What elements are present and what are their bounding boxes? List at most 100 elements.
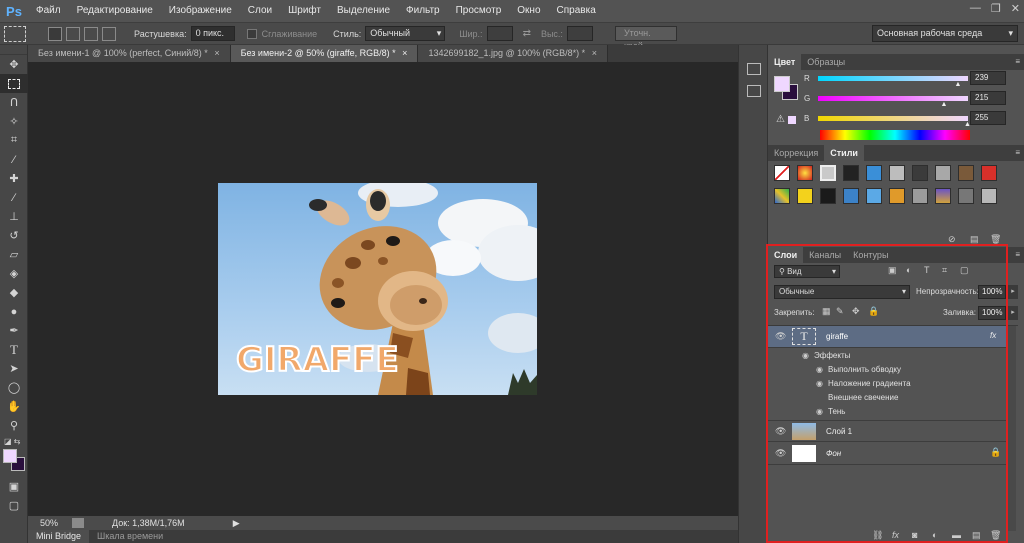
style-swatch[interactable] (843, 165, 859, 181)
lock-all-icon[interactable]: 🔒 (868, 306, 879, 317)
blur-tool-icon[interactable]: ◆ (0, 283, 28, 302)
tab-paths[interactable]: Контуры (847, 247, 894, 263)
style-swatch[interactable] (774, 165, 790, 181)
default-colors-icon[interactable]: ◪ ⇆ (0, 435, 28, 447)
tab-color[interactable]: Цвет (768, 54, 802, 70)
eye-icon[interactable]: ◉ (816, 379, 823, 388)
blend-mode-select[interactable]: Обычные ▾ (774, 285, 910, 299)
healing-brush-tool-icon[interactable]: ✚ (0, 169, 28, 188)
menu-select[interactable]: Выделение (329, 0, 398, 22)
tab-mini-bridge[interactable]: Mini Bridge (28, 530, 90, 543)
eye-icon[interactable]: ◉ (816, 407, 823, 416)
channel-slider-b[interactable] (818, 116, 968, 121)
restore-button[interactable]: ❐ (991, 2, 1001, 15)
eye-icon[interactable]: 👁 (775, 426, 786, 437)
workspace-select[interactable]: Основная рабочая среда ▾ (872, 25, 1018, 42)
tab-timeline[interactable]: Шкала времени (89, 530, 171, 543)
style-swatch[interactable] (981, 165, 997, 181)
style-swatch[interactable] (889, 165, 905, 181)
panel-menu-icon[interactable]: ≡ (1015, 148, 1020, 157)
menu-layers[interactable]: Слои (240, 0, 280, 22)
height-input[interactable] (566, 26, 593, 41)
style-swatch[interactable] (797, 188, 813, 204)
doc-tab-1[interactable]: Без имени-1 @ 100% (perfect, Синий/8) * … (28, 45, 231, 62)
intersect-selection-icon[interactable] (102, 26, 116, 41)
eye-icon[interactable]: ◉ (816, 365, 823, 374)
channel-value-r[interactable]: 239 (970, 71, 1006, 85)
menu-view[interactable]: Просмотр (448, 0, 510, 22)
style-swatch[interactable] (889, 188, 905, 204)
lasso-tool-icon[interactable]: ᑎ (0, 93, 28, 112)
channel-value-b[interactable]: 255 (970, 111, 1006, 125)
close-button[interactable]: ✕ (1011, 2, 1020, 15)
channel-value-g[interactable]: 215 (970, 91, 1006, 105)
tab-adjustments[interactable]: Коррекция (768, 145, 824, 161)
status-menu-arrow-icon[interactable]: ▶ (233, 518, 240, 529)
style-swatch[interactable] (935, 188, 951, 204)
type-tool-icon[interactable]: T (0, 340, 28, 359)
width-input[interactable] (486, 26, 513, 41)
zoom-tool-icon[interactable]: ⚲ (0, 416, 28, 435)
effects-row[interactable]: ◉ Эффекты (770, 350, 1008, 363)
fill-input[interactable]: 100% (978, 306, 1006, 320)
swap-dimensions-icon[interactable]: ⇄ (523, 28, 531, 39)
move-tool-icon[interactable]: ✥ (0, 55, 28, 74)
close-tab-icon[interactable]: × (592, 48, 597, 58)
delete-layer-icon[interactable]: 🗑 (990, 530, 1001, 541)
style-swatch[interactable] (912, 188, 928, 204)
style-swatch[interactable] (820, 188, 836, 204)
doc-tab-2[interactable]: Без имени-2 @ 50% (giraffe, RGB/8) * × (230, 45, 419, 62)
add-to-selection-icon[interactable] (66, 26, 80, 41)
tab-channels[interactable]: Каналы (803, 247, 847, 263)
filter-smart-object-icon[interactable]: ▢ (960, 265, 969, 276)
minimize-button[interactable]: — (970, 2, 981, 15)
antialias-checkbox[interactable] (246, 28, 257, 39)
menu-type[interactable]: Шрифт (280, 0, 329, 22)
history-panel-icon[interactable] (747, 63, 761, 75)
tab-styles[interactable]: Стили (824, 145, 864, 161)
marquee-tool-icon[interactable] (0, 74, 28, 93)
new-adjustment-icon[interactable]: ◐ (932, 530, 937, 540)
lock-pixels-icon[interactable]: ✎ (836, 306, 844, 317)
eraser-tool-icon[interactable]: ▱ (0, 245, 28, 264)
menu-help[interactable]: Справка (549, 0, 604, 22)
style-swatch[interactable] (958, 188, 974, 204)
eye-icon[interactable]: ◉ (802, 351, 809, 360)
new-layer-icon[interactable]: ▤ (972, 530, 981, 541)
style-swatch[interactable] (820, 165, 836, 181)
effect-row-gradient-overlay[interactable]: ◉ Наложение градиента (770, 378, 1008, 391)
quick-mask-icon[interactable]: ▣ (0, 477, 28, 496)
clone-stamp-tool-icon[interactable]: ⊥ (0, 207, 28, 226)
new-selection-icon[interactable] (48, 26, 62, 41)
web-color-chip[interactable] (788, 116, 796, 124)
menu-window[interactable]: Окно (509, 0, 548, 22)
paint-bucket-tool-icon[interactable]: ◈ (0, 264, 28, 283)
link-layers-icon[interactable]: ⛓ (872, 530, 883, 541)
panel-menu-icon[interactable]: ≡ (1015, 250, 1020, 259)
new-style-icon[interactable]: ▤ (970, 234, 979, 245)
rectangular-marquee-tool-preset-icon[interactable] (4, 25, 26, 42)
status-icon[interactable] (72, 518, 85, 528)
style-swatch[interactable] (797, 165, 813, 181)
effect-row-outer-glow[interactable]: Внешнее свечение (770, 392, 1008, 405)
doc-tab-3[interactable]: 1342699182_1.jpg @ 100% (RGB/8*) * × (418, 45, 608, 62)
delete-style-icon[interactable]: 🗑 (990, 234, 1001, 245)
layer-filter-select[interactable]: ⚲ Вид ▾ (774, 265, 840, 278)
tab-layers[interactable]: Слои (768, 247, 804, 263)
lock-position-icon[interactable]: ✥ (852, 306, 860, 317)
shape-tool-icon[interactable]: ◯ (0, 378, 28, 397)
filter-pixel-icon[interactable]: ▣ (888, 265, 897, 276)
opacity-input[interactable]: 100% (978, 285, 1006, 299)
style-swatch[interactable] (843, 188, 859, 204)
hand-tool-icon[interactable]: ✋ (0, 397, 28, 416)
style-swatch[interactable] (935, 165, 951, 181)
eyedropper-tool-icon[interactable]: ⁄ (0, 150, 28, 169)
screen-mode-icon[interactable]: ▢ (0, 496, 28, 515)
lock-transparent-icon[interactable]: ▦ (822, 306, 831, 317)
brush-tool-icon[interactable]: ∕ (0, 188, 28, 207)
menu-file[interactable]: Файл (28, 0, 69, 22)
subtract-from-selection-icon[interactable] (84, 26, 98, 41)
dodge-tool-icon[interactable]: ● (0, 302, 28, 321)
fg-color-chip[interactable] (774, 76, 790, 92)
opacity-dropdown-icon[interactable]: ▸ (1008, 285, 1018, 299)
